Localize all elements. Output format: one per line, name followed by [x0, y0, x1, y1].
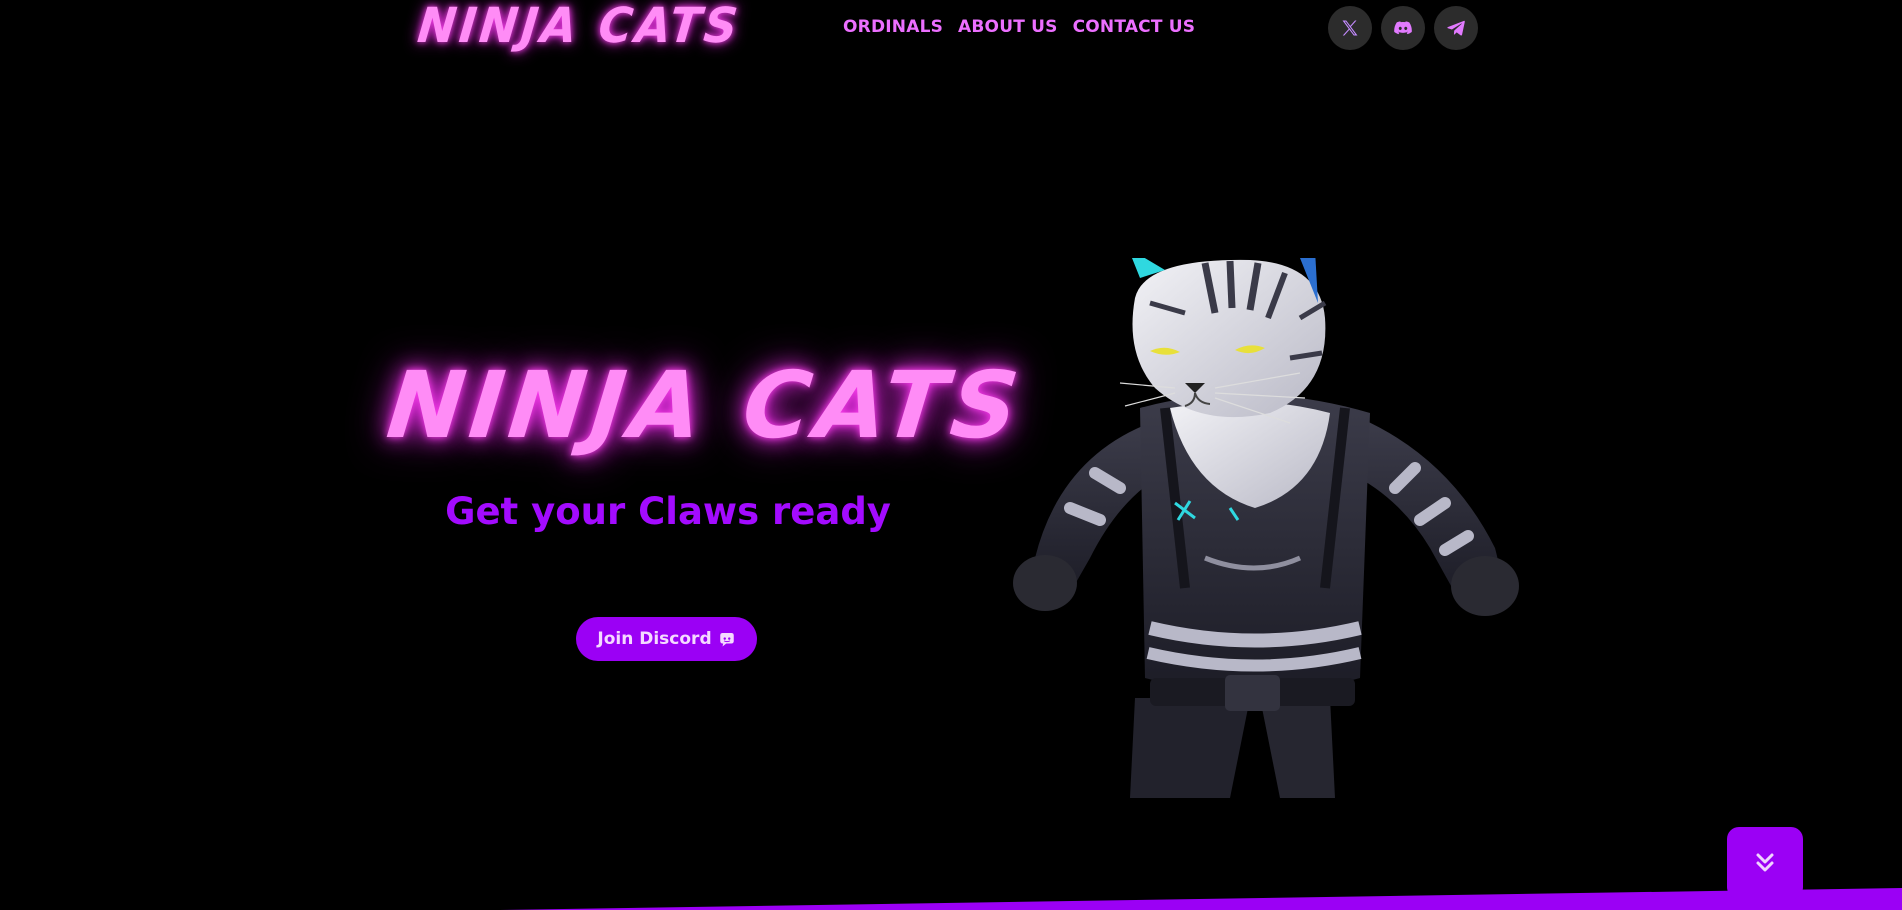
- social-links: [1328, 6, 1478, 50]
- join-discord-label: Join Discord: [597, 629, 712, 649]
- discord-button[interactable]: [1381, 6, 1425, 50]
- scroll-down-button[interactable]: [1727, 827, 1803, 899]
- site-logo[interactable]: NINJA CATS: [415, 0, 743, 53]
- discord-icon: [1394, 21, 1412, 35]
- landing-page: NINJA CATS ORDINALS ABOUT US CONTACT US: [0, 0, 1902, 910]
- double-chevron-down-icon: [1756, 853, 1774, 872]
- hero-tagline: Get your Claws ready: [445, 490, 891, 533]
- hero-title: NINJA CATS: [382, 352, 1029, 459]
- ninja-cat-mascot-image: [1013, 258, 1519, 798]
- telegram-icon: [1447, 20, 1465, 36]
- x-twitter-button[interactable]: [1328, 6, 1372, 50]
- telegram-button[interactable]: [1434, 6, 1478, 50]
- main-nav: ORDINALS ABOUT US CONTACT US: [843, 17, 1195, 37]
- nav-item-ordinals[interactable]: ORDINALS: [843, 17, 943, 37]
- x-twitter-icon: [1342, 20, 1358, 36]
- site-header: NINJA CATS ORDINALS ABOUT US CONTACT US: [0, 0, 1902, 56]
- join-discord-button[interactable]: Join Discord: [576, 617, 757, 661]
- nav-item-contact-us[interactable]: CONTACT US: [1073, 17, 1196, 37]
- discord-icon: [719, 633, 734, 647]
- nav-item-about-us[interactable]: ABOUT US: [958, 17, 1058, 37]
